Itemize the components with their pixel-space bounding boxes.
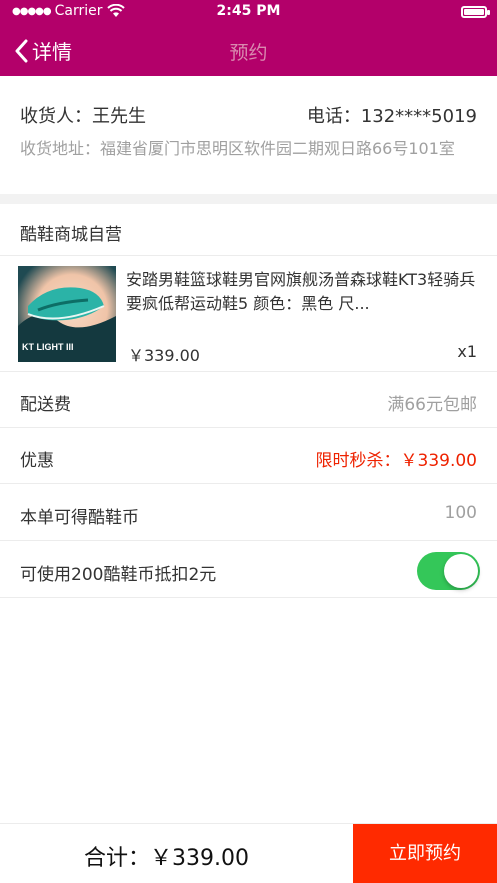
- section-divider: [0, 194, 497, 204]
- product-title: 安踏男鞋篮球鞋男官网旗舰汤普森球鞋KT3轻骑兵要疯低帮运动鞋5 颜色：黑色 尺.…: [126, 270, 476, 313]
- receiver-name: 收货人：王先生: [20, 106, 146, 127]
- reserve-now-button[interactable]: 立即预约: [353, 824, 497, 883]
- use-coins-label: 可使用200酷鞋币抵扣2元: [20, 565, 217, 585]
- battery-icon: [461, 6, 490, 18]
- coins-row: 本单可得酷鞋币 100: [0, 485, 497, 541]
- shop-name: 酷鞋商城自营: [20, 225, 122, 245]
- toggle-knob: [444, 554, 478, 588]
- use-coins-row: 可使用200酷鞋币抵扣2元: [0, 542, 497, 598]
- discount-value: 限时秒杀：￥339.00: [315, 451, 477, 471]
- use-coins-toggle[interactable]: [417, 552, 480, 590]
- page-title: 预约: [229, 42, 268, 64]
- product-item[interactable]: KT LIGHT III 安踏男鞋篮球鞋男官网旗舰汤普森球鞋KT3轻骑兵要疯低帮…: [0, 256, 497, 372]
- nav-bar: 详情 预约: [0, 24, 497, 76]
- discount-label: 优惠: [20, 451, 54, 471]
- coins-value: 100: [444, 503, 477, 523]
- shipping-row: 配送费 满66元包邮: [0, 372, 497, 428]
- status-bar: ●●●●● Carrier 2:45 PM: [0, 0, 497, 24]
- checkout-bar: 合计：￥339.00 立即预约: [0, 823, 497, 883]
- receiver-phone: 电话：132****5019: [306, 106, 477, 127]
- shipping-label: 配送费: [20, 395, 71, 415]
- product-price: ￥339.00: [128, 346, 200, 365]
- product-quantity: x1: [457, 342, 477, 361]
- order-total: 合计：￥339.00: [84, 846, 249, 871]
- product-image: KT LIGHT III: [18, 266, 116, 362]
- shipping-value: 满66元包邮: [387, 395, 477, 415]
- status-time: 2:45 PM: [216, 3, 281, 19]
- coins-label: 本单可得酷鞋币: [20, 508, 139, 528]
- receiver-address: 收货地址：福建省厦门市思明区软件园二期观日路66号101室: [20, 139, 455, 158]
- discount-row: 优惠 限时秒杀：￥339.00: [0, 428, 497, 484]
- receiver-section[interactable]: 收货人：王先生 电话：132****5019 收货地址：福建省厦门市思明区软件园…: [0, 76, 497, 194]
- product-image-caption: KT LIGHT III: [22, 342, 74, 352]
- shop-header: 酷鞋商城自营: [0, 204, 497, 256]
